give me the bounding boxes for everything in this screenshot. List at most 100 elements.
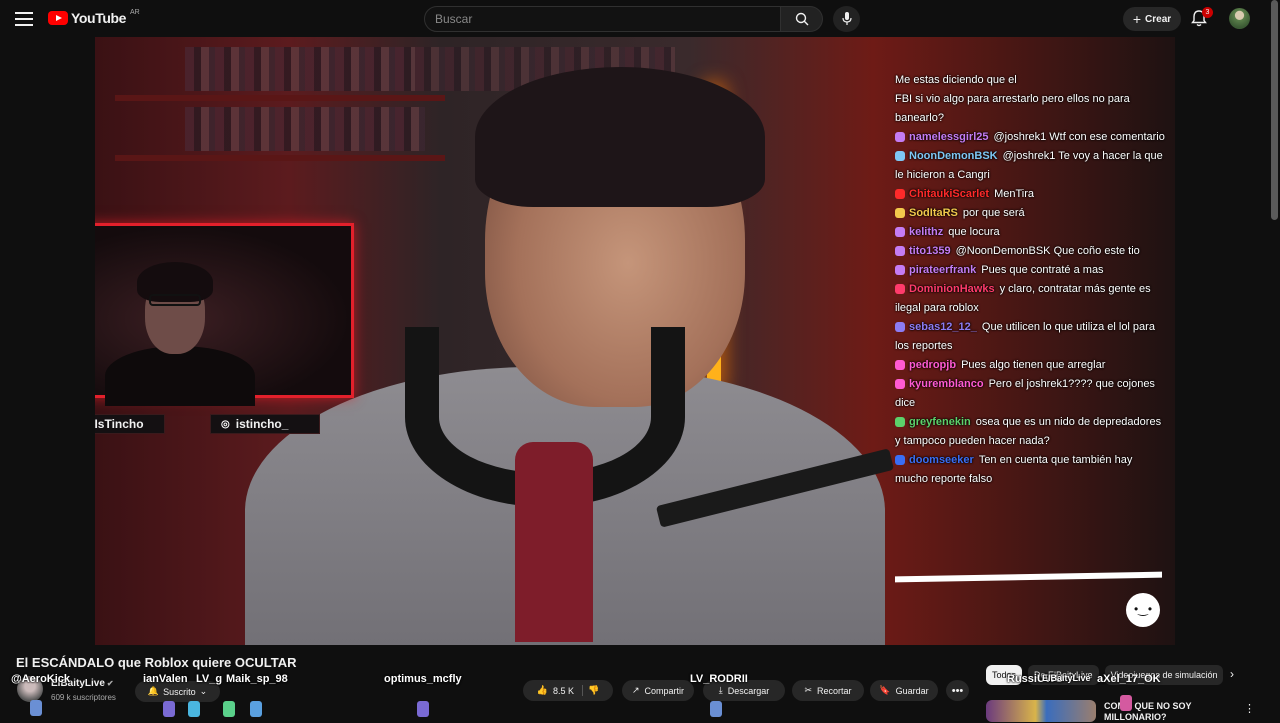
chat-badge-icon <box>895 322 905 333</box>
game-character-sprite <box>30 700 42 716</box>
chat-message: pirateerfrank Pues que contraté a mas <box>895 261 1165 280</box>
chevron-down-icon: ⌄ <box>199 686 208 696</box>
search-icon <box>795 12 808 26</box>
chat-message: greyfenekin osea que es un nido de depred… <box>895 413 1165 451</box>
video-player[interactable]: 🐦 IsTincho ◎ istincho_ Me estas diciendo… <box>95 37 1175 645</box>
chevron-right-icon[interactable]: › <box>1230 667 1234 681</box>
webcam-overlay <box>95 223 354 406</box>
game-character-sprite <box>710 701 722 717</box>
share-button[interactable]: ↗ Compartir <box>622 680 694 701</box>
chat-username: SodItaRS <box>909 207 958 219</box>
chat-text: Pues algo tienen que arreglar <box>961 359 1106 371</box>
menu-button[interactable] <box>14 9 34 29</box>
share-icon: ↗ <box>631 685 640 695</box>
like-dislike-group: 👍 8.5 K 👎 <box>523 680 613 701</box>
bookmark-icon: 🔖 <box>879 685 891 695</box>
more-vertical-icon[interactable]: ⋮ <box>1244 702 1255 715</box>
overlay-player-name: ElBaityLive <box>1042 673 1091 683</box>
game-character-sprite <box>163 701 175 717</box>
voice-search-button[interactable] <box>833 6 860 32</box>
download-label: Descargar <box>727 685 770 696</box>
webcam-person-glasses <box>149 294 201 306</box>
download-icon: ⤓ <box>718 685 723 695</box>
create-button[interactable]: + Crear <box>1123 7 1181 31</box>
dislike-button[interactable]: 👎 <box>588 685 599 696</box>
clip-button[interactable]: ✂ Recortar <box>792 680 864 701</box>
notifications-button[interactable]: 3 <box>1191 7 1213 29</box>
overlay-player-name: optimus_mcfly <box>384 673 462 685</box>
subscriber-count: 609 k suscriptores <box>51 693 116 702</box>
thumbs-up-icon: 👍 <box>536 685 548 695</box>
more-actions-button[interactable]: ••• <box>946 680 969 701</box>
account-avatar[interactable] <box>1229 8 1250 29</box>
chat-username: tito1359 <box>909 245 951 257</box>
like-count: 8.5 K <box>552 685 574 696</box>
emote-face-icon: •‿• <box>1126 593 1160 627</box>
chat-badge-icon <box>895 417 905 428</box>
video-title: El ESCÁNDALO que Roblox quiere OCULTAR <box>16 655 297 670</box>
chat-text: que locura <box>948 226 1000 238</box>
shelf <box>115 95 445 101</box>
chat-username: NoonDemonBSK <box>909 150 998 162</box>
chat-badge-icon <box>895 360 905 371</box>
bell-icon: 🔔 <box>147 686 160 696</box>
notification-count-badge: 3 <box>1202 7 1213 18</box>
chat-username: DominionHawks <box>909 283 995 295</box>
overlay-player-name: Maik_sp_98 <box>226 673 288 685</box>
chat-text: Pues que contraté a mas <box>981 264 1104 276</box>
subscribed-label: Suscrito <box>163 686 196 697</box>
game-character-sprite <box>223 701 235 717</box>
instagram-handle-text: istincho_ <box>235 417 289 431</box>
chat-message: sebas12_12_ Que utilicen lo que utiliza e… <box>895 318 1165 356</box>
chat-badge-icon <box>895 189 905 200</box>
clip-label: Recortar <box>817 685 852 696</box>
chat-message: doomseeker Ten en cuenta que también hay … <box>895 451 1165 489</box>
video-info-area: El ESCÁNDALO que Roblox quiere OCULTAR E… <box>0 645 1280 722</box>
chat-text: FBI si vio algo para arrestarlo pero ell… <box>895 93 1130 124</box>
chat-badge-icon <box>895 265 905 276</box>
overlay-player-name: LV_g <box>196 673 223 685</box>
save-button[interactable]: 🔖 Guardar <box>870 680 938 701</box>
microphone-icon <box>841 12 852 25</box>
like-button[interactable]: 👍 8.5 K <box>537 685 583 696</box>
overlay-player-name: ianValen <box>143 673 188 685</box>
chat-message: SodItaRS por que será <box>895 204 1165 223</box>
menu-icon-line <box>15 24 33 26</box>
stream-chat-overlay: Me estas diciendo que el FBI si vio algo … <box>895 71 1165 587</box>
chat-message: pedropjb Pues algo tienen que arreglar <box>895 356 1165 375</box>
game-character-sprite <box>250 701 262 717</box>
top-bar: YouTube AR + Crear 3 <box>0 0 1280 37</box>
chat-username: pedropjb <box>909 359 957 371</box>
page-scrollbar[interactable] <box>1271 0 1278 220</box>
shelf <box>115 155 445 161</box>
youtube-logo[interactable]: YouTube AR <box>48 9 140 26</box>
chat-message: ChitaukiScarlet MenTira <box>895 185 1165 204</box>
chat-message: kyuremblanco Pero el joshrek1???? que coj… <box>895 375 1165 413</box>
chat-username: kelithz <box>909 226 944 238</box>
chat-username: ChitaukiScarlet <box>909 188 990 200</box>
webcam-person-shirt <box>105 346 255 406</box>
chat-badge-icon <box>895 151 905 162</box>
overlay-player-name: aXel_17_OK <box>1097 673 1161 685</box>
chat-message: kelithz que locura <box>895 223 1165 242</box>
chat-badge-icon <box>895 379 905 390</box>
instagram-icon: ◎ <box>221 418 230 430</box>
create-label: Crear <box>1145 13 1172 25</box>
chat-message: tito1359 @NoonDemonBSK Que coño este tio <box>895 242 1165 261</box>
chat-message: NoonDemonBSK @joshrek1 Te voy a hacer la … <box>895 147 1165 185</box>
chat-message: FBI si vio algo para arrestarlo pero ell… <box>895 90 1165 128</box>
streamer-hair <box>475 67 765 207</box>
chat-text: @NoonDemonBSK Que coño este tio <box>955 245 1140 257</box>
chat-badge-icon <box>895 455 905 466</box>
instagram-handle: ◎ istincho_ <box>210 414 320 434</box>
share-label: Compartir <box>644 685 685 696</box>
overlay-player-name: LV_RODRII <box>690 673 748 685</box>
youtube-play-icon <box>48 11 68 25</box>
search-input[interactable] <box>425 7 780 31</box>
chat-username: pirateerfrank <box>909 264 977 276</box>
plus-icon: + <box>1132 11 1142 27</box>
twitter-handle-text: IsTincho <box>95 417 144 431</box>
recommended-video-thumbnail[interactable] <box>986 700 1096 722</box>
search-button[interactable] <box>781 6 823 32</box>
chat-message: Me estas diciendo que el <box>895 71 1165 90</box>
